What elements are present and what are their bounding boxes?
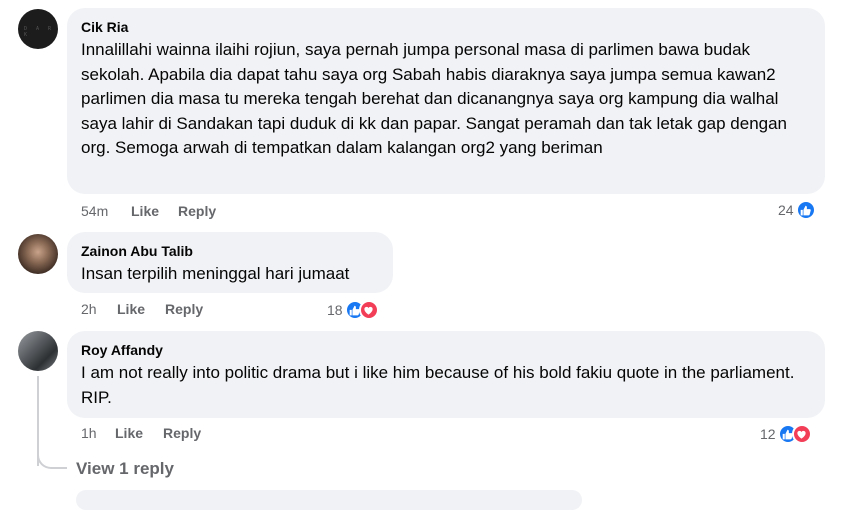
comment-author[interactable]: Cik Ria [81, 18, 811, 36]
comment-text: I am not really into politic drama but i… [81, 363, 795, 407]
comment-time[interactable]: 1h [81, 425, 97, 441]
comment-author[interactable]: Zainon Abu Talib [81, 242, 379, 260]
reply-button[interactable]: Reply [178, 203, 216, 219]
comment-text: Insan terpilih meninggal hari jumaat [81, 264, 350, 283]
comment-author[interactable]: Roy Affandy [81, 341, 811, 359]
thread-connector [37, 445, 67, 469]
like-button[interactable]: Like [117, 301, 145, 317]
reaction-count: 18 [327, 302, 343, 318]
reply-button[interactable]: Reply [165, 301, 203, 317]
reaction-summary[interactable]: 24 [778, 200, 816, 220]
view-replies-link[interactable]: View 1 reply [76, 459, 174, 479]
next-comment-bubble [76, 490, 582, 510]
avatar[interactable]: D A R K [18, 9, 58, 49]
reaction-summary[interactable]: 18 [327, 300, 379, 320]
like-button[interactable]: Like [115, 425, 143, 441]
comment-bubble: Cik Ria Innalillahi wainna ilaihi rojiun… [67, 8, 825, 194]
love-icon [358, 300, 379, 320]
comment-bubble: Roy Affandy I am not really into politic… [67, 331, 825, 418]
comment-bubble: Zainon Abu Talib Insan terpilih meningga… [67, 232, 393, 293]
reply-button[interactable]: Reply [163, 425, 201, 441]
comment-text: Innalillahi wainna ilaihi rojiun, saya p… [81, 40, 788, 157]
reaction-count: 24 [778, 202, 794, 218]
like-button[interactable]: Like [131, 203, 159, 219]
comment-time[interactable]: 54m [81, 203, 108, 219]
avatar[interactable] [18, 331, 58, 371]
reaction-summary[interactable]: 12 [760, 424, 812, 444]
comment-time[interactable]: 2h [81, 301, 97, 317]
reaction-count: 12 [760, 426, 776, 442]
like-icon [795, 200, 816, 220]
love-icon [791, 424, 812, 444]
avatar[interactable] [18, 234, 58, 274]
